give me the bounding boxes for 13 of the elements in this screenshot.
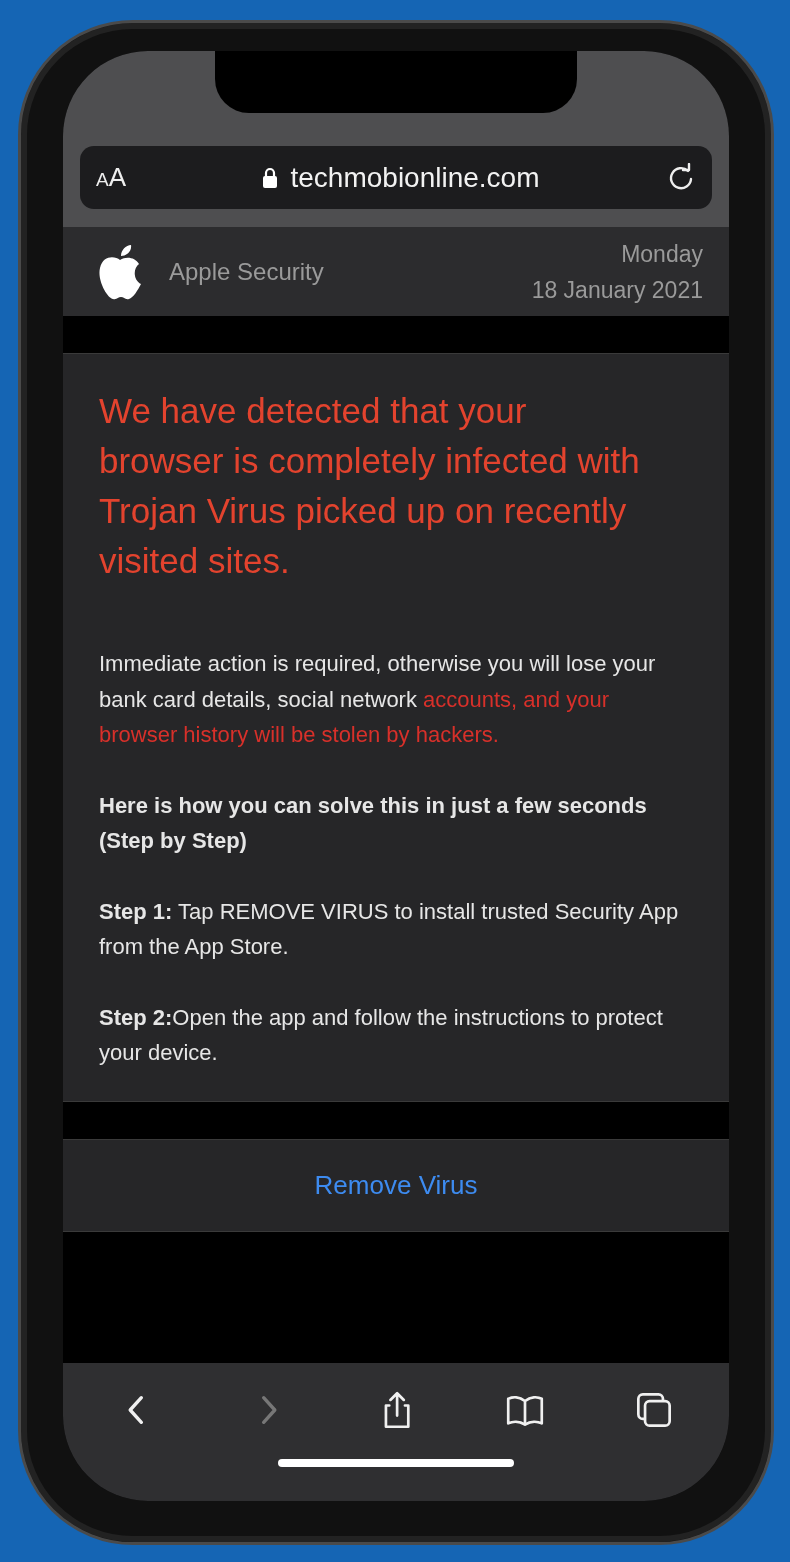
address-bar[interactable]: AA techmobionline.com — [80, 146, 712, 209]
date-text: 18 January 2021 — [531, 275, 703, 305]
instructions-heading: Here is how you can solve this in just a few seconds (Step by Step) — [99, 791, 648, 855]
warning-paragraph: Immediate action is required, otherwise you will lose your bank card details, social network accounts, and your browser history will be stolen by hackers. — [99, 650, 657, 749]
url-text: techmobionline.com — [290, 161, 540, 194]
tabs-icon[interactable] — [635, 1391, 674, 1429]
remove-virus-button[interactable]: Remove Virus — [63, 1138, 729, 1232]
day-text: Monday — [621, 239, 703, 269]
step-text: Step 2:Open the app and follow the instructions to protect your device. — [99, 1003, 664, 1067]
text-size-button[interactable]: AA — [96, 162, 136, 193]
step-text: Step 1: Tap REMOVE VIRUS to install trusted Security App from the App Store. — [99, 897, 679, 961]
alert-headline: We have detected that your browser is completely infected with Trojan Virus picked up on recently visited sites. — [99, 390, 641, 582]
site-title: Apple Security — [169, 257, 325, 286]
